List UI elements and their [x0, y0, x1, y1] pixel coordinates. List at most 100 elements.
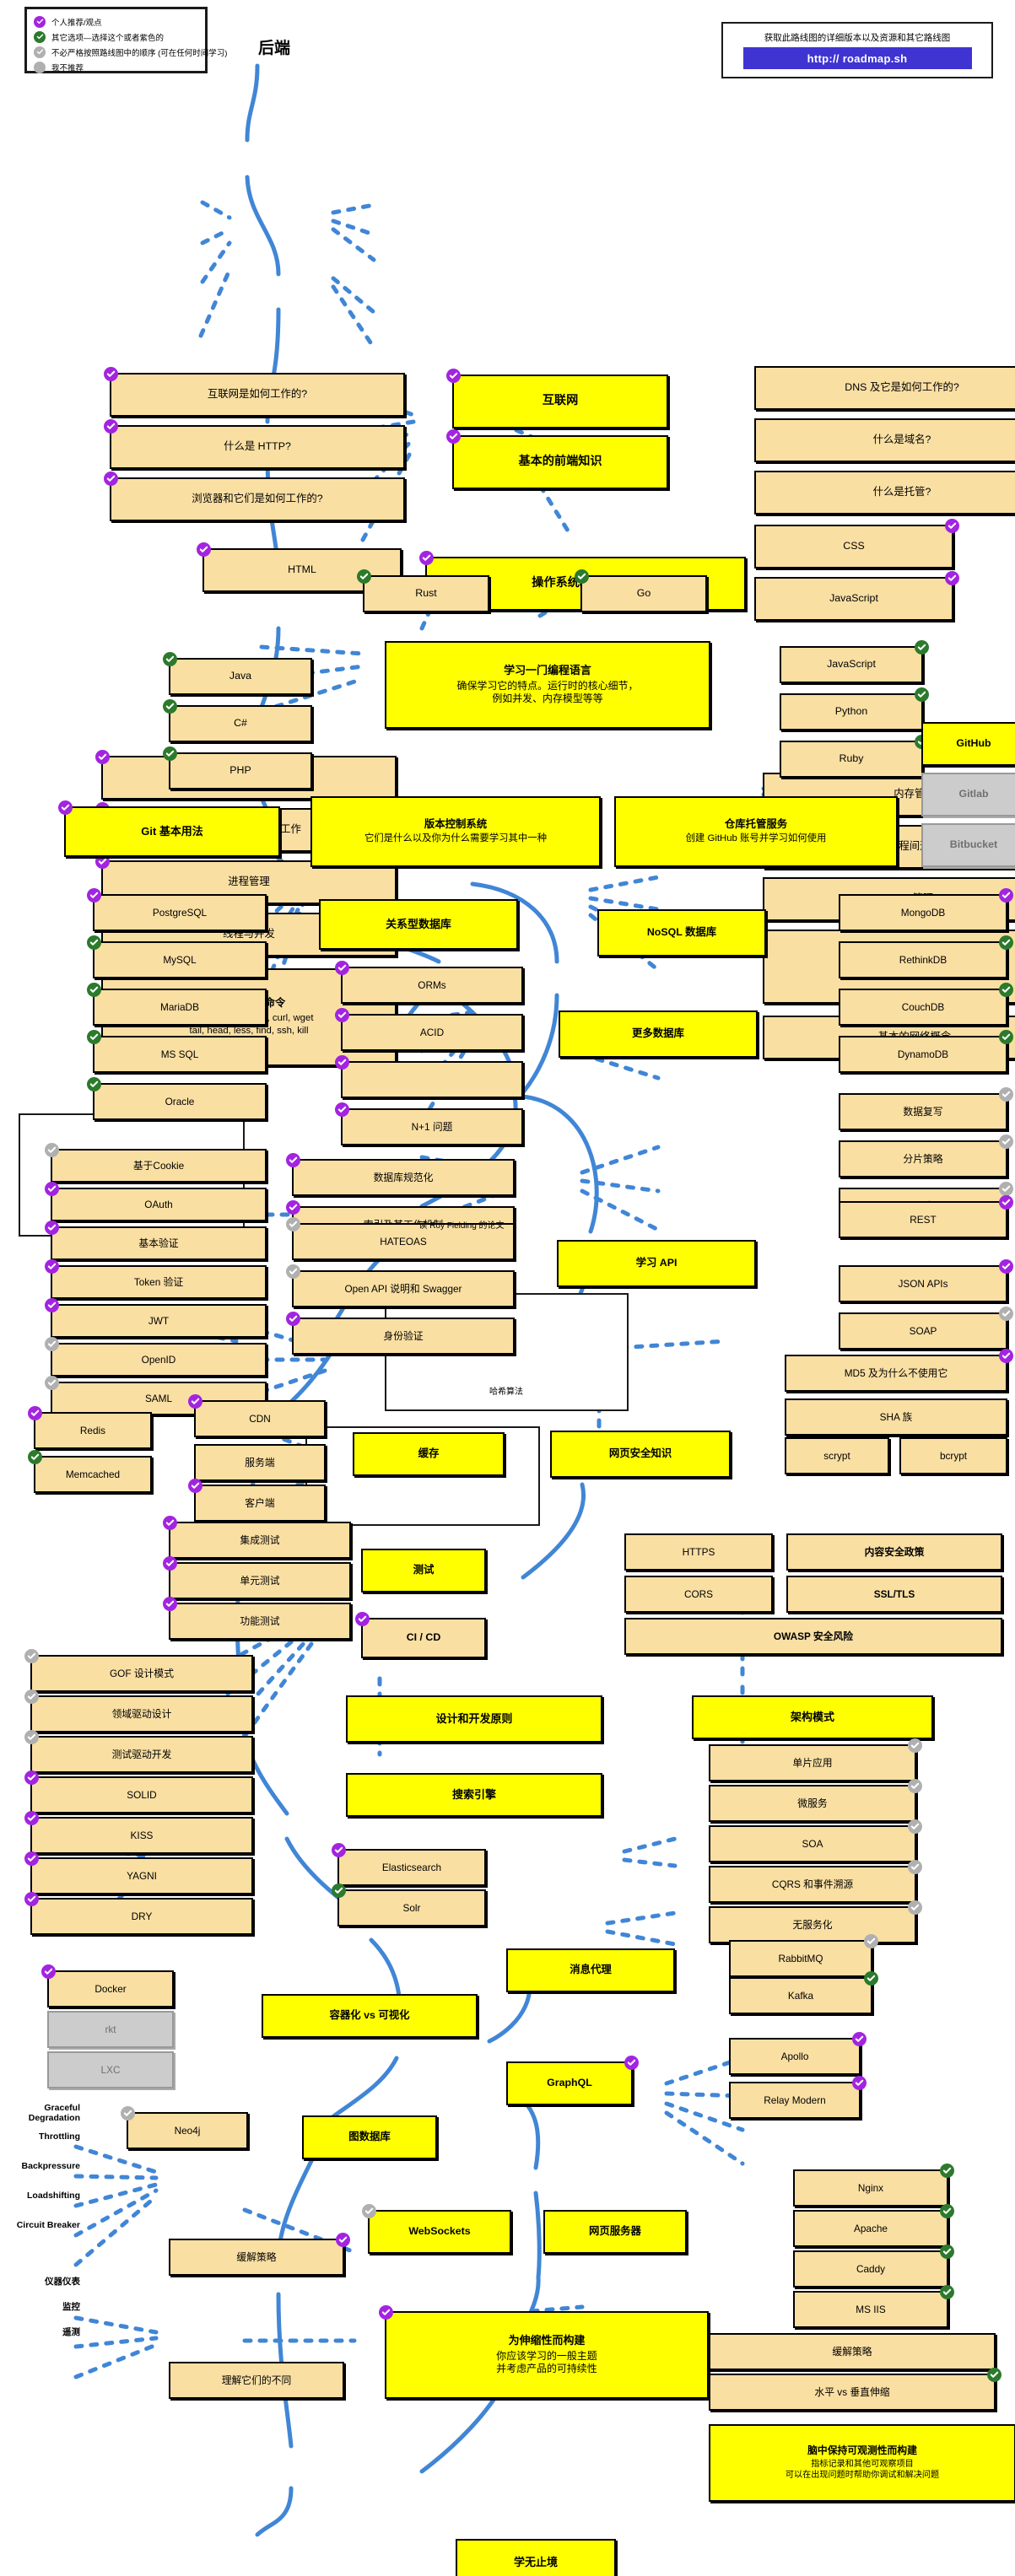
node-client-side[interactable]: 客户端 [188, 1479, 326, 1522]
node-functional-testing[interactable]: 功能测试 [163, 1597, 351, 1640]
node-rabbitmq[interactable]: RabbitMQ [729, 1934, 878, 1977]
node-memcached[interactable]: Memcached [28, 1450, 152, 1493]
node-server-side[interactable]: 服务端 [194, 1444, 326, 1481]
node-neo4j[interactable]: Neo4j [121, 2106, 248, 2149]
node-ms-iis[interactable]: MS IIS [793, 2285, 954, 2328]
node-mongodb[interactable]: MongoDB [839, 888, 1013, 931]
node-learn-language[interactable]: 学习一门编程语言 确保学习它的特点。运行时的核心细节， 例如并发、内存模型等等 [385, 641, 710, 729]
node-integration-testing[interactable]: 集成测试 [163, 1516, 351, 1559]
node-gitlab[interactable]: Gitlab [921, 773, 1015, 816]
node-arch-patterns[interactable]: 架构模式 [692, 1695, 933, 1739]
node-hosting[interactable]: 什么是托管? [754, 471, 1015, 515]
node-kafka[interactable]: Kafka [729, 1971, 878, 2014]
node-relational-db[interactable]: 关系型数据库 [319, 899, 518, 950]
node-elasticsearch[interactable]: Elasticsearch [332, 1843, 486, 1886]
node-containerization[interactable]: 容器化 vs 可视化 [262, 1994, 478, 2038]
node-scrypt[interactable]: scrypt [785, 1437, 889, 1474]
node-learn-api[interactable]: 学习 API [557, 1240, 756, 1287]
node-monolithic[interactable]: 单片应用 [709, 1738, 922, 1781]
node-ddd[interactable]: 领域驱动设计 [24, 1689, 253, 1733]
node-observability[interactable]: 脑中保持可观测性而构建 指标记录和其他可观察项目 可以在出现问题时帮助你调试和解决… [709, 2424, 1015, 2502]
node-testing[interactable]: 测试 [361, 1549, 486, 1592]
node-caddy[interactable]: Caddy [793, 2245, 954, 2288]
node-jwt[interactable]: JWT [45, 1298, 267, 1338]
node-basic-auth[interactable]: 基本验证 [45, 1221, 267, 1260]
node-javascript-front[interactable]: JavaScript [754, 571, 959, 621]
node-how-internet-works[interactable]: 互联网是如何工作的? [104, 367, 405, 417]
node-message-brokers[interactable]: 消息代理 [506, 1948, 675, 1992]
node-apache[interactable]: Apache [793, 2204, 954, 2247]
node-understand-diff[interactable]: 理解它们的不同 [169, 2362, 344, 2399]
node-repo-hosting[interactable]: 仓库托管服务 创建 GitHub 账号并学习如何使用 [614, 796, 898, 867]
node-sha[interactable]: SHA 族 [785, 1398, 1007, 1436]
node-bitbucket[interactable]: Bitbucket [921, 823, 1015, 867]
node-domain-name[interactable]: 什么是域名? [754, 418, 1015, 462]
node-mysql[interactable]: MySQL [87, 935, 267, 978]
node-caching[interactable]: 缓存 [353, 1432, 505, 1476]
node-bcrypt[interactable]: bcrypt [899, 1437, 1007, 1474]
node-java[interactable]: Java [163, 652, 312, 695]
node-graphql[interactable]: GraphQL [506, 2056, 639, 2105]
node-soap[interactable]: SOAP [839, 1307, 1013, 1350]
node-nosql-db[interactable]: NoSQL 数据库 [597, 909, 766, 957]
node-design-principles[interactable]: 设计和开发原则 [346, 1695, 602, 1743]
node-couchdb[interactable]: CouchDB [839, 983, 1013, 1026]
node-build-scale[interactable]: 为伸缩性而构建 你应该学习的一般主题 并考虑产品的可持续性 [379, 2305, 709, 2399]
node-mitigation[interactable]: 缓解策略 [169, 2233, 350, 2276]
node-oracle[interactable]: Oracle [87, 1077, 267, 1120]
node-tdd[interactable]: 测试驱动开发 [24, 1730, 253, 1773]
node-cookie-based[interactable]: 基于Cookie [45, 1143, 267, 1183]
node-owasp[interactable]: OWASP 安全风险 [624, 1618, 1002, 1655]
node-python[interactable]: Python [780, 687, 929, 730]
node-frontend-basics[interactable]: 基本的前端知识 [446, 429, 668, 489]
node-csharp[interactable]: C# [163, 699, 312, 742]
node-yagni[interactable]: YAGNI [24, 1851, 253, 1894]
node-go[interactable]: Go [575, 569, 707, 612]
node-keep-learning[interactable]: 学无止境 [456, 2539, 616, 2576]
node-lxc[interactable]: LXC [47, 2051, 174, 2088]
node-solr[interactable]: Solr [332, 1883, 486, 1927]
node-cdn[interactable]: CDN [188, 1394, 326, 1437]
node-nginx[interactable]: Nginx [793, 2164, 954, 2207]
node-soa[interactable]: SOA [709, 1819, 922, 1862]
node-gof[interactable]: GOF 设计模式 [24, 1649, 253, 1692]
node-redis[interactable]: Redis [28, 1406, 152, 1449]
node-acid[interactable]: ACID [335, 1008, 523, 1051]
node-mssql[interactable]: MS SQL [87, 1030, 267, 1073]
node-mariadb[interactable]: MariaDB [87, 983, 267, 1026]
node-apollo[interactable]: Apollo [729, 2032, 867, 2075]
node-ssl-tls[interactable]: SSL/TLS [786, 1576, 1002, 1613]
node-unit-testing[interactable]: 单元测试 [163, 1556, 351, 1599]
node-relay-modern[interactable]: Relay Modern [729, 2076, 867, 2119]
node-authentication[interactable]: 身份验证 [286, 1312, 515, 1355]
node-more-about-db[interactable]: 更多数据库 [559, 1010, 758, 1058]
node-php[interactable]: PHP [163, 746, 312, 790]
node-json-apis[interactable]: JSON APIs [839, 1259, 1013, 1302]
node-github[interactable]: GitHub [921, 722, 1015, 766]
node-csp[interactable]: 内容安全政策 [786, 1533, 1002, 1571]
node-oauth[interactable]: OAuth [45, 1182, 267, 1221]
node-rethinkdb[interactable]: RethinkDB [839, 935, 1013, 978]
node-kiss[interactable]: KISS [24, 1811, 253, 1854]
node-orms[interactable]: ORMs [335, 961, 523, 1004]
node-web-security[interactable]: 网页安全知识 [550, 1431, 731, 1478]
node-web-servers[interactable]: 网页服务器 [543, 2210, 687, 2254]
node-openid[interactable]: OpenID [45, 1337, 267, 1377]
node-transactions[interactable] [335, 1055, 523, 1098]
node-cqrs[interactable]: CQRS 和事件溯源 [709, 1860, 922, 1903]
node-horizontal-vertical[interactable]: 水平 vs 垂直伸缩 [709, 2368, 1002, 2411]
node-dynamodb[interactable]: DynamoDB [839, 1030, 1013, 1073]
node-openapi[interactable]: Open API 说明和 Swagger [286, 1264, 515, 1307]
node-rust[interactable]: Rust [357, 569, 489, 612]
node-n-plus-one[interactable]: N+1 问题 [335, 1102, 523, 1145]
node-dns[interactable]: DNS 及它是如何工作的? [754, 366, 1015, 410]
node-rkt[interactable]: rkt [47, 2011, 174, 2048]
node-ruby[interactable]: Ruby [780, 735, 929, 778]
node-cors[interactable]: CORS [624, 1576, 773, 1613]
node-websockets[interactable]: WebSockets [362, 2204, 511, 2254]
node-javascript-lang[interactable]: JavaScript [780, 640, 929, 683]
node-serverless[interactable]: 无服务化 [709, 1900, 922, 1943]
node-https[interactable]: HTTPS [624, 1533, 773, 1571]
node-sharding[interactable]: 分片策略 [839, 1134, 1013, 1178]
node-git-basics[interactable]: Git 基本用法 [58, 800, 280, 857]
